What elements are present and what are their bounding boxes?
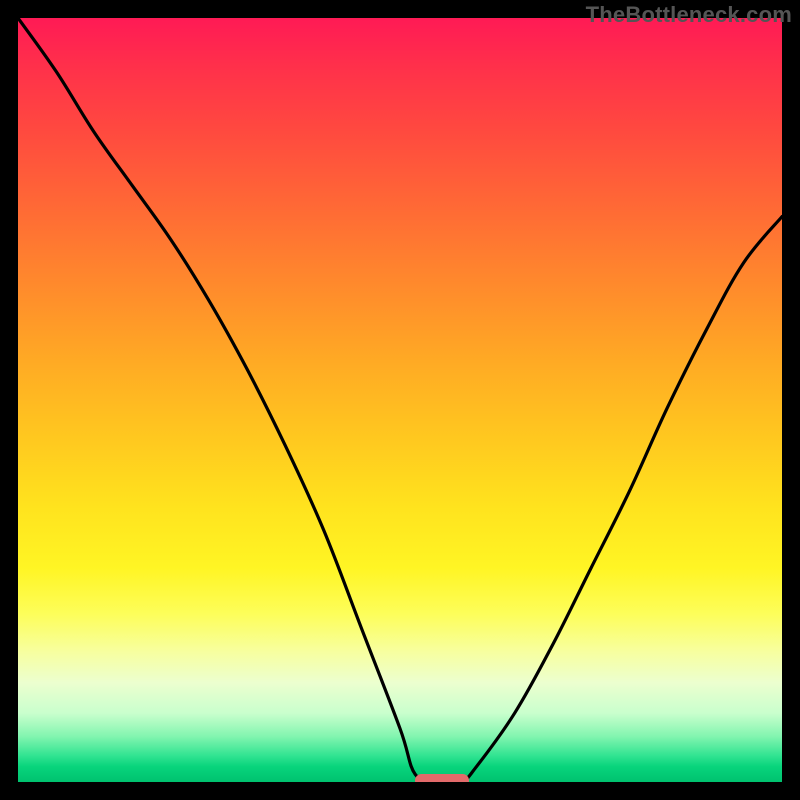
- bottleneck-curve-path: [18, 18, 782, 782]
- chart-frame: TheBottleneck.com: [0, 0, 800, 800]
- plot-area: [18, 18, 782, 782]
- optimal-range-marker: [415, 774, 468, 782]
- watermark-text: TheBottleneck.com: [586, 2, 792, 28]
- bottleneck-curve-svg: [18, 18, 782, 782]
